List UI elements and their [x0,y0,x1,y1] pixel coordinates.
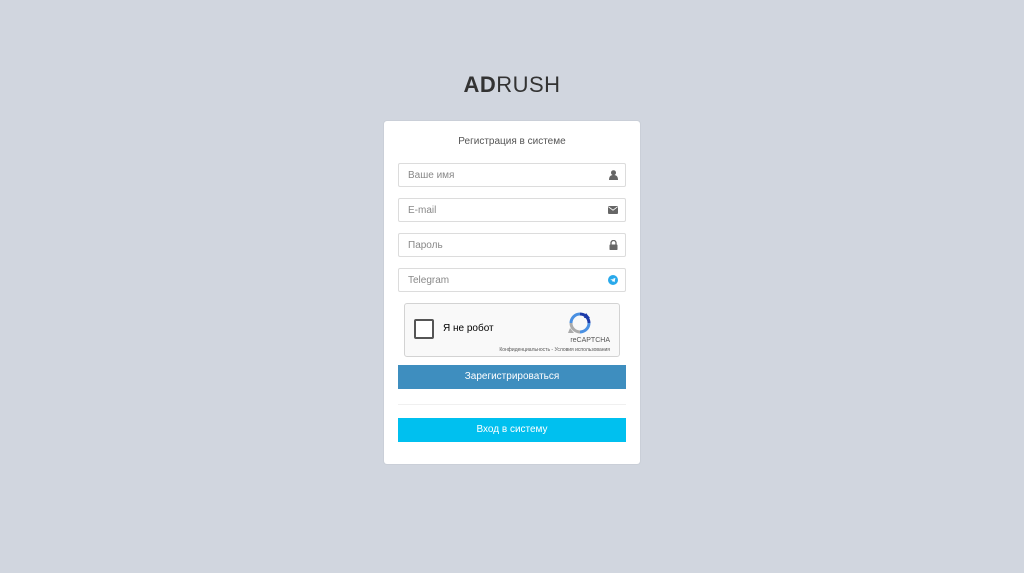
register-button[interactable]: Зарегистрироваться [398,365,626,389]
divider [398,404,626,405]
telegram-input[interactable] [399,269,599,291]
telegram-field[interactable] [398,268,626,292]
recaptcha-brand: reCAPTCHA [570,337,610,344]
recaptcha-widget: Я не робот reCAPTCHA Конфиденциальность … [404,303,620,357]
telegram-icon [608,275,618,285]
logo-bold: AD [463,72,497,97]
captcha-label: Я не робот [443,323,494,334]
name-input[interactable] [399,164,599,186]
lock-icon [608,240,618,250]
email-field[interactable] [398,198,626,222]
recaptcha-logo-icon [550,312,610,339]
user-icon [608,170,618,180]
captcha-checkbox[interactable] [414,319,434,339]
logo: ADRUSH [0,72,1024,98]
captcha-links: Конфиденциальность - Условия использован… [499,347,610,353]
envelope-icon [608,205,618,215]
registration-card: Регистрация в системе Я не робот [384,121,640,464]
terms-link[interactable]: Условия использования [555,347,611,353]
privacy-link[interactable]: Конфиденциальность [499,347,550,353]
login-button[interactable]: Вход в систему [398,418,626,442]
password-input[interactable] [399,234,599,256]
name-field[interactable] [398,163,626,187]
email-input[interactable] [399,199,599,221]
password-field[interactable] [398,233,626,257]
form-title: Регистрация в системе [458,136,566,147]
logo-light: RUSH [496,72,561,97]
